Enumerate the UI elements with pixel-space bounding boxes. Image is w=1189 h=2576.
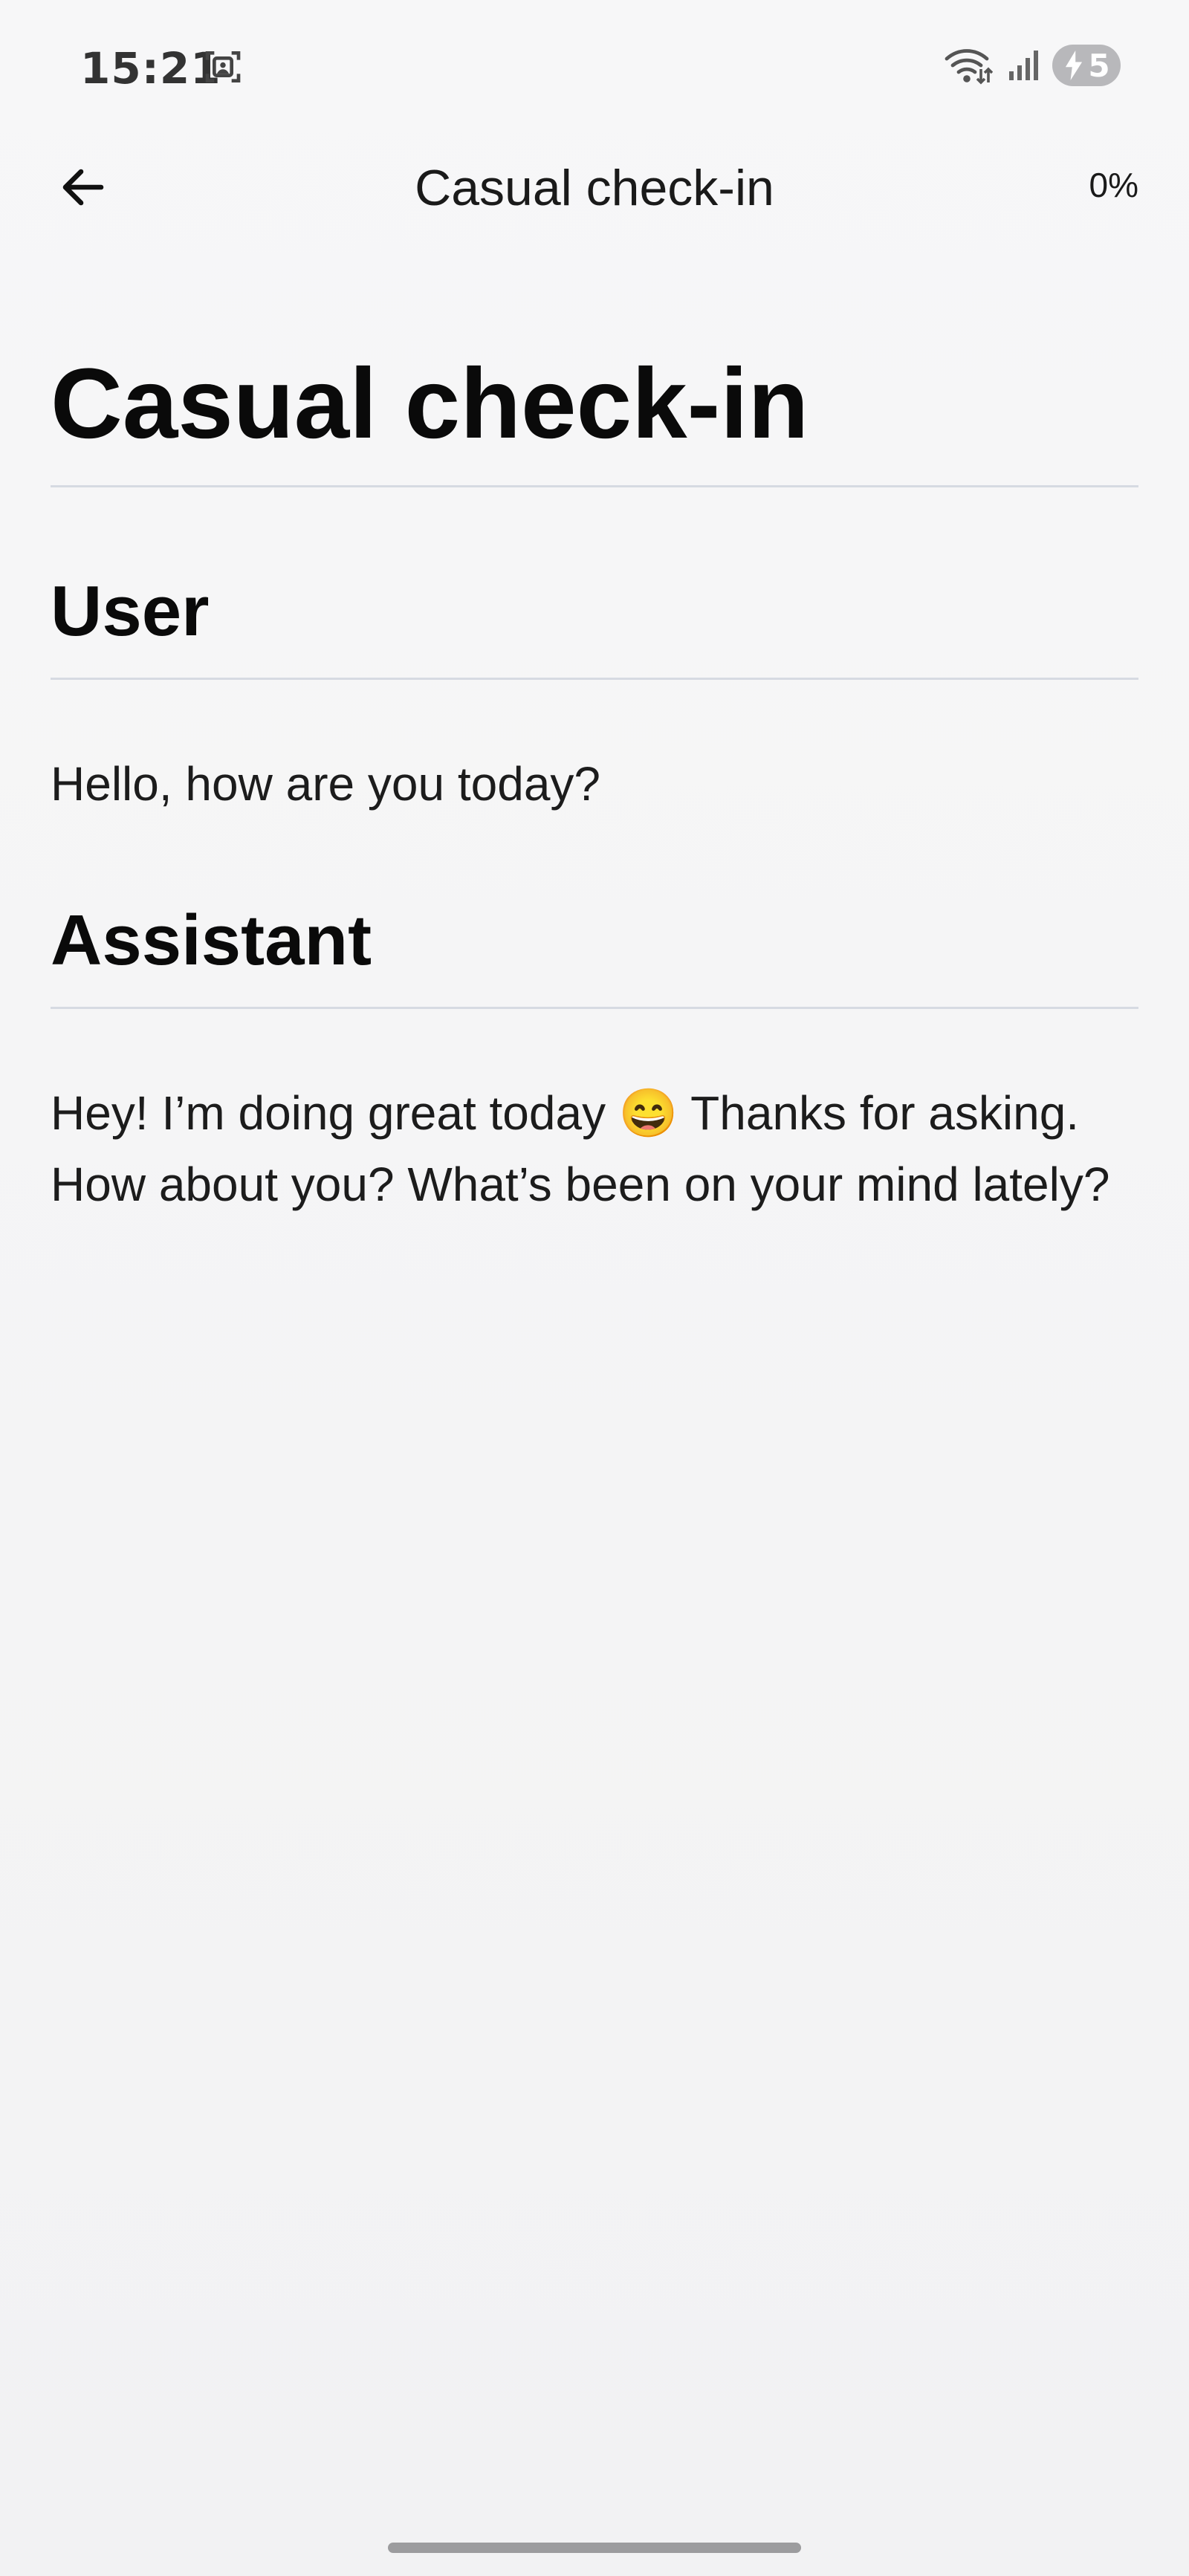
battery-charging-icon: [1066, 51, 1083, 80]
divider: [51, 485, 1138, 488]
document-title: Casual check-in: [51, 348, 809, 459]
divider: [51, 1006, 1138, 1009]
status-icons: 5: [944, 45, 1121, 86]
battery-indicator: 5: [1052, 45, 1121, 86]
signal-icon: [1009, 51, 1038, 80]
app-bar-title: Casual check-in: [415, 160, 774, 216]
home-indicator[interactable]: [388, 2543, 801, 2553]
battery-level: 5: [1088, 47, 1110, 84]
user-heading: User: [51, 571, 210, 652]
user-message: Hello, how are you today?: [51, 756, 600, 811]
assistant-message: Hey! I’m doing great today 😄 Thanks for …: [51, 1086, 1110, 1211]
progress-indicator: 0%: [1089, 166, 1138, 204]
app-bar: Casual check-in 0%: [0, 137, 1189, 235]
status-bar: 15:21 5: [0, 0, 1189, 137]
conversation-content: Casual check-in User Hello, how are you …: [51, 349, 1138, 1220]
divider: [51, 677, 1138, 680]
status-time: 15:21: [80, 43, 221, 94]
screenshot-icon: [205, 51, 241, 82]
wifi-icon: [945, 49, 993, 85]
assistant-heading: Assistant: [51, 900, 372, 980]
